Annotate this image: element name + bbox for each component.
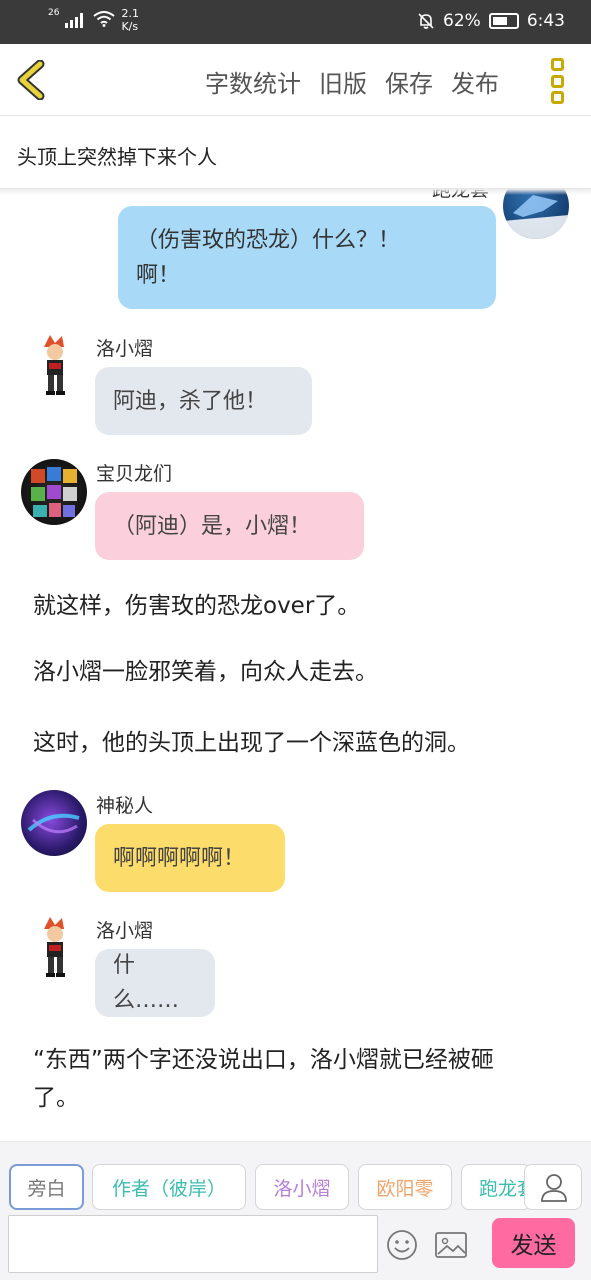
clock: 6:43 <box>526 11 565 31</box>
role-chip-paolongtao[interactable]: 跑龙套 <box>461 1164 531 1210</box>
role-label: 洛小熠 <box>273 1177 331 1200</box>
signal-icon <box>65 12 87 28</box>
message-input[interactable] <box>8 1215 378 1273</box>
bubble-text: 啊啊啊啊啊！ <box>113 845 246 871</box>
battery-percent: 62% <box>443 11 481 31</box>
avatar-baobeilongmen[interactable] <box>21 459 87 525</box>
role-chip-luoxiaoyi[interactable]: 洛小熠 <box>255 1164 349 1210</box>
avatar-luoxiaoyi[interactable] <box>22 915 88 981</box>
role-label: 旁白 <box>27 1177 66 1200</box>
speaker-name: 洛小熠 <box>96 338 154 360</box>
speaker-name: 神秘人 <box>96 795 154 817</box>
role-label: 欧阳零 <box>376 1177 434 1200</box>
chapter-title[interactable]: 头顶上突然掉下来个人 <box>17 141 217 170</box>
toolbar-actions: 字数统计 旧版 保存 发布 <box>205 64 499 99</box>
composer-bar: 旁白 作者（彼岸） 洛小熠 欧阳零 跑龙套 发送 <box>0 1141 591 1280</box>
old-version-button[interactable]: 旧版 <box>319 64 367 99</box>
status-bar: 26 2.1 K/s 62% 6:43 <box>0 0 591 44</box>
role-label: 作者（彼岸） <box>111 1177 226 1200</box>
net-speed: 2.1 K/s <box>121 7 139 33</box>
emoji-icon[interactable] <box>386 1229 418 1261</box>
narration-line: “东西”两个字还没说出口，洛小熠就已经被砸 <box>33 1047 494 1073</box>
message-bubble[interactable]: 啊啊啊啊啊！ <box>95 824 285 892</box>
editor-toolbar: 字数统计 旧版 保存 发布 <box>0 44 591 116</box>
role-chip-narrator[interactable]: 旁白 <box>9 1164 84 1210</box>
narration-text[interactable]: “东西”两个字还没说出口，洛小熠就已经被砸 了。 <box>33 1041 494 1117</box>
narration-text[interactable]: 就这样，伤害玫的恐龙over了。 <box>33 587 360 625</box>
message-bubble[interactable]: 阿迪，杀了他！ <box>95 367 312 435</box>
bubble-text: （阿迪）是，小熠！ <box>113 513 312 539</box>
avatar-paolongtao[interactable] <box>503 189 569 239</box>
net-speed-unit: K/s <box>121 20 139 33</box>
narration-line: 了。 <box>33 1085 79 1111</box>
story-content[interactable]: 跑龙套 （伤害玫的恐龙）什么？！ 啊！ 洛小熠 阿迪，杀了他！ 宝贝龙们 （阿迪… <box>0 189 591 1141</box>
bell-off-icon <box>418 13 434 29</box>
header-shadow <box>0 189 591 195</box>
back-arrow-icon[interactable] <box>14 60 50 100</box>
save-button[interactable]: 保存 <box>385 64 433 99</box>
net-speed-value: 2.1 <box>121 7 139 20</box>
speaker-name: 宝贝龙们 <box>96 463 173 485</box>
message-bubble[interactable]: （伤害玫的恐龙）什么？！ 啊！ <box>118 206 496 309</box>
status-left: 26 2.1 K/s <box>48 7 139 33</box>
signal-tag: 26 <box>48 8 60 18</box>
bubble-text: 阿迪，杀了他！ <box>113 388 268 414</box>
avatar-shenmiren[interactable] <box>21 790 87 856</box>
bubble-text: 什么…… <box>113 953 180 1013</box>
status-right: 62% 6:43 <box>417 11 565 31</box>
role-chip-ouyangling[interactable]: 欧阳零 <box>358 1164 452 1210</box>
role-chip-author[interactable]: 作者（彼岸） <box>92 1164 246 1210</box>
chapter-header: 头顶上突然掉下来个人 <box>0 117 591 189</box>
narration-text[interactable]: 这时，他的头顶上出现了一个深蓝色的洞。 <box>33 724 470 762</box>
publish-button[interactable]: 发布 <box>451 64 499 99</box>
image-icon[interactable] <box>434 1229 468 1261</box>
message-bubble[interactable]: （阿迪）是，小熠！ <box>95 492 364 560</box>
more-menu-icon[interactable] <box>548 58 568 104</box>
message-bubble[interactable]: 什么…… <box>95 949 215 1017</box>
narration-text[interactable]: 洛小熠一脸邪笑着，向众人走去。 <box>33 653 378 691</box>
speaker-name: 洛小熠 <box>96 920 154 942</box>
avatar-luoxiaoyi[interactable] <box>22 333 88 399</box>
bubble-text-line: （伤害玫的恐龙）什么？！ <box>136 227 401 253</box>
wifi-icon <box>93 11 116 27</box>
send-button[interactable]: 发送 <box>492 1218 575 1268</box>
bubble-text-line: 啊！ <box>136 262 181 288</box>
battery-icon <box>488 13 519 29</box>
word-count-button[interactable]: 字数统计 <box>205 64 301 99</box>
user-icon[interactable] <box>524 1164 582 1210</box>
